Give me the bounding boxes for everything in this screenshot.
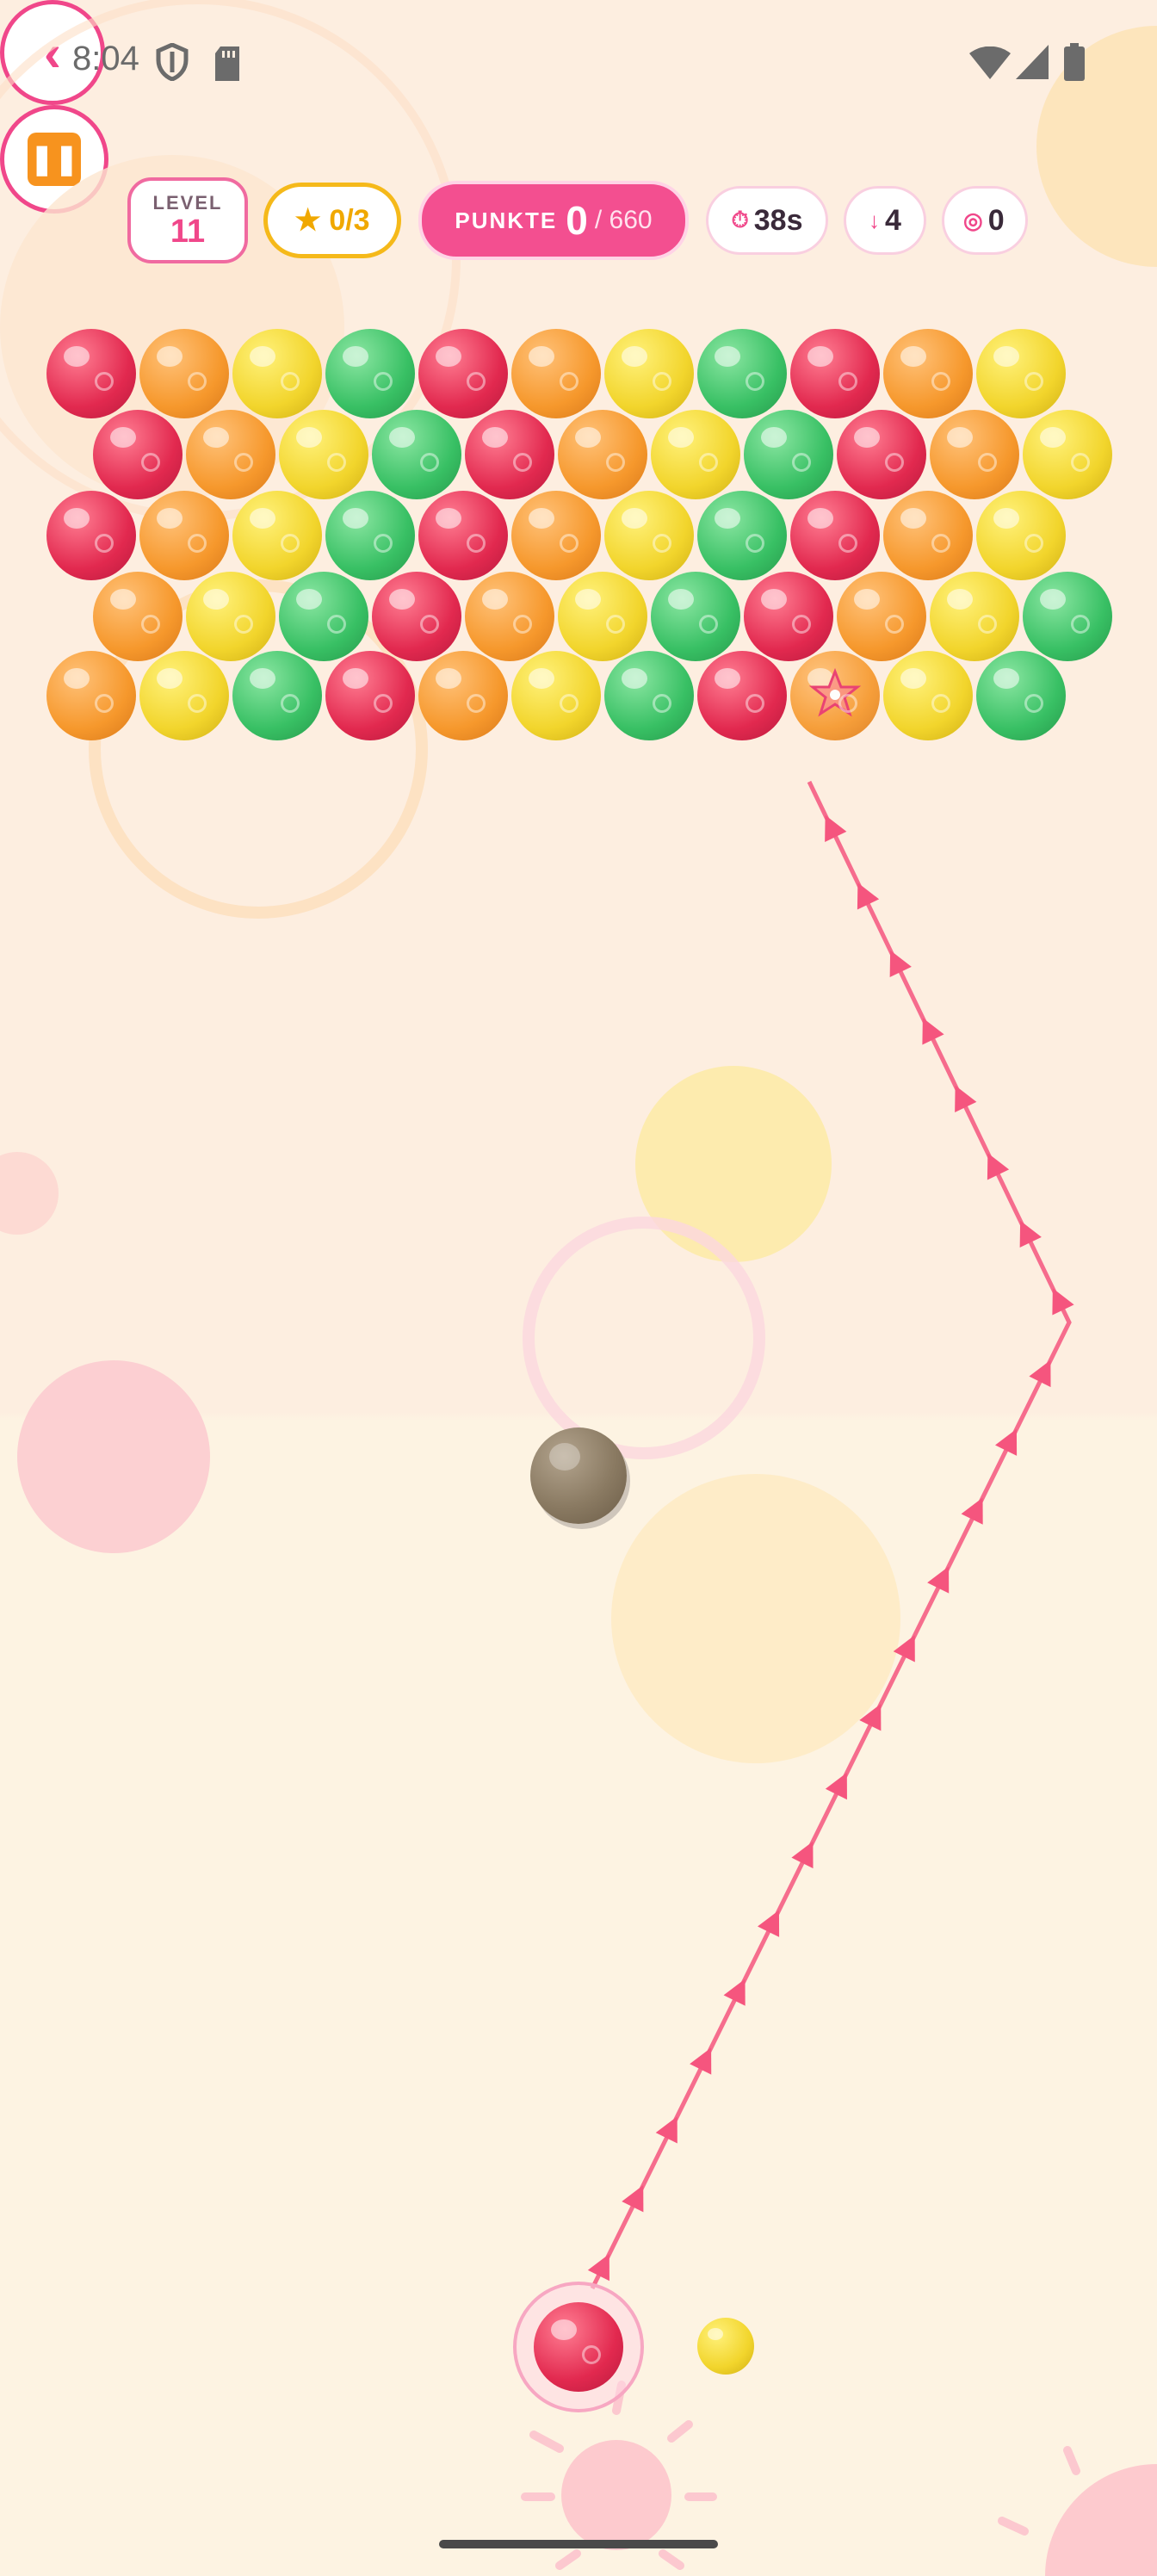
- home-indicator[interactable]: [439, 2540, 718, 2548]
- rock-obstacle: [530, 1427, 627, 1524]
- aim-guide: [587, 780, 1074, 2290]
- current-bubble: [534, 2302, 623, 2392]
- game-stage[interactable]: 8:04 LEVEL 11 ‹ ★ 0/3 PUNKTE 0 / 660 ⏱ 3…: [0, 0, 1157, 2576]
- next-bubble[interactable]: [697, 2318, 754, 2375]
- shooter[interactable]: [513, 2282, 644, 2412]
